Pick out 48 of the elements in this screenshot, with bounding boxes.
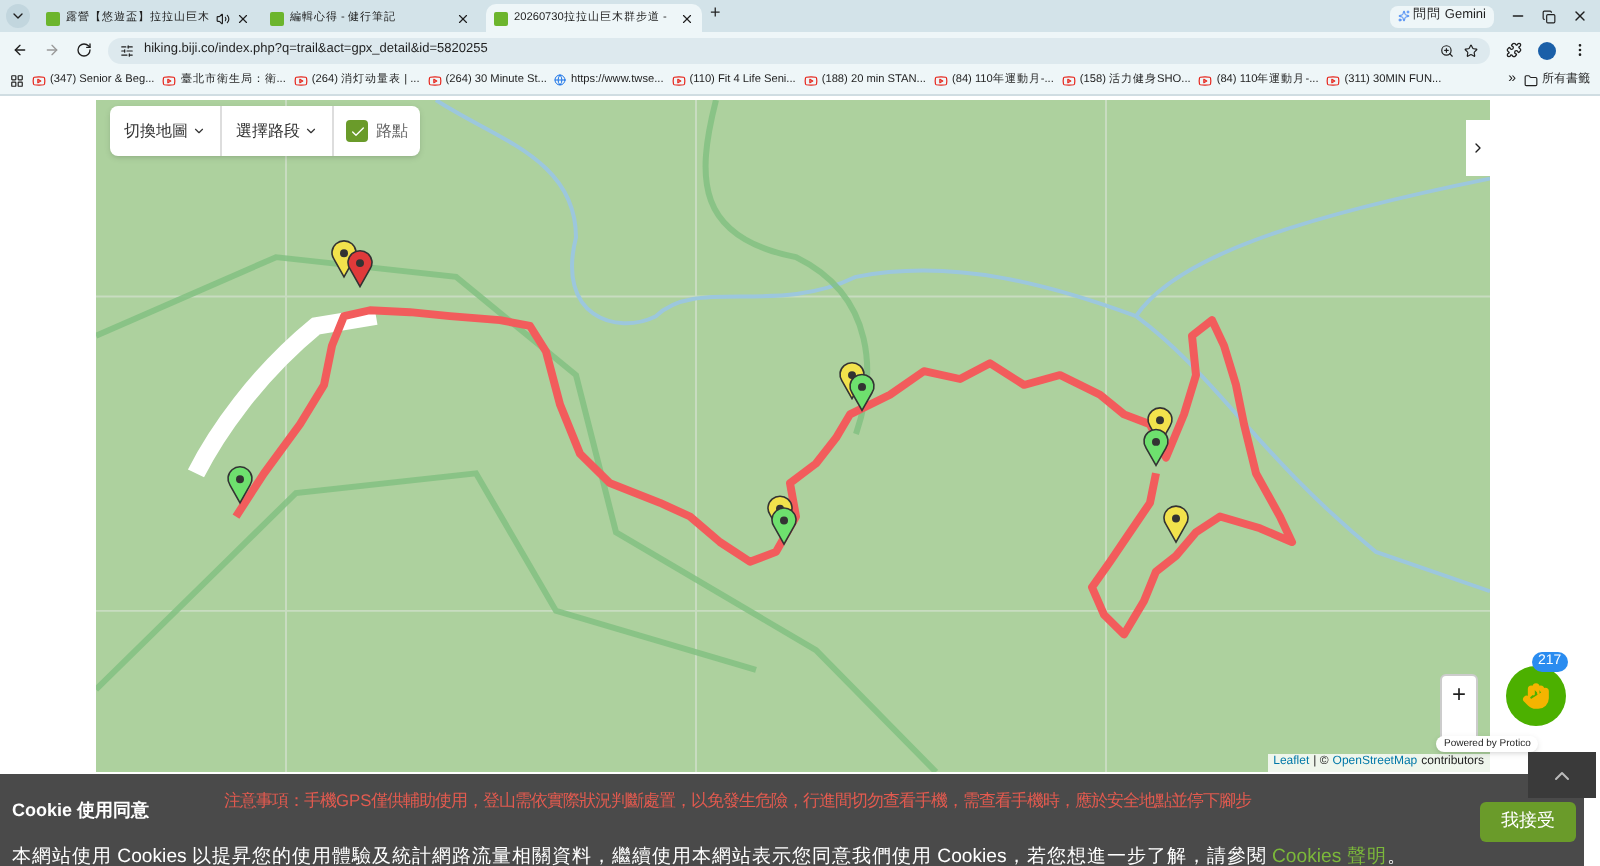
site-logo-icon (46, 11, 60, 25)
restore-icon[interactable] (1542, 9, 1556, 23)
waypoints-checkbox[interactable] (346, 120, 368, 142)
chevron-down-icon (192, 124, 206, 138)
close-tab-icon[interactable] (456, 11, 470, 25)
chevron-down-icon (304, 124, 318, 138)
close-tab-icon[interactable] (680, 11, 694, 25)
zoom-in-button[interactable]: + (1451, 676, 1466, 712)
site-logo-icon (270, 11, 284, 25)
folder-icon (1524, 74, 1538, 88)
chevron-right-icon (1470, 140, 1486, 156)
waypoints-label: 路點 (376, 119, 408, 143)
video-icon (162, 73, 177, 88)
cookies-statement-link[interactable]: Cookies 聲明 (1272, 846, 1387, 866)
speaker-icon (216, 11, 230, 25)
switch-map-dropdown[interactable]: 切換地圖 (110, 106, 222, 156)
hand-icon (1522, 682, 1550, 710)
reload-icon[interactable] (76, 42, 92, 58)
video-icon (933, 73, 948, 88)
video-icon (1198, 73, 1213, 88)
video-icon (1061, 73, 1076, 88)
chevron-down-icon (10, 8, 26, 24)
cookie-title: Cookie 使用同意 (12, 798, 150, 824)
sparkle-icon (1397, 10, 1410, 22)
chat-widget-button[interactable] (1506, 666, 1566, 726)
site-logo-icon (494, 11, 508, 25)
video-icon (293, 73, 308, 88)
profile-avatar-icon[interactable] (1538, 41, 1556, 59)
back-icon[interactable] (12, 42, 28, 58)
cookie-text: 本網站使用 Cookies 以提昇您的使用體驗及統計網路流量相關資料，繼續使用本網站表示您同意我們使用 Cookies，若您想進一步了解，請參閱 Cookies 聲明。 (12, 844, 1409, 866)
bookmark-star-icon[interactable] (1464, 43, 1478, 57)
apps-icon[interactable] (10, 74, 24, 88)
zoom-icon (1440, 43, 1454, 57)
video-icon (803, 73, 818, 88)
site-info-icon (120, 43, 134, 57)
extensions-icon[interactable] (1506, 42, 1522, 58)
video-icon (1326, 73, 1341, 88)
new-tab-button[interactable]: + (710, 0, 721, 26)
tab-list-button[interactable] (6, 4, 30, 28)
check-icon (349, 123, 365, 139)
video-icon (427, 73, 442, 88)
close-tab-icon[interactable] (236, 11, 250, 25)
safety-notice: 注意事項：手機GPS僅供輔助使用，登山需依實際狀況判斷處置，以免發生危險，行進間切勿查看手機，需查看手機時，應於安全地點並停下腳步 (224, 788, 1252, 814)
globe-icon (554, 74, 567, 87)
select-segment-dropdown[interactable]: 選擇路段 (222, 106, 334, 156)
video-icon (671, 73, 686, 88)
close-icon[interactable] (1572, 8, 1588, 24)
video-icon (32, 73, 46, 88)
